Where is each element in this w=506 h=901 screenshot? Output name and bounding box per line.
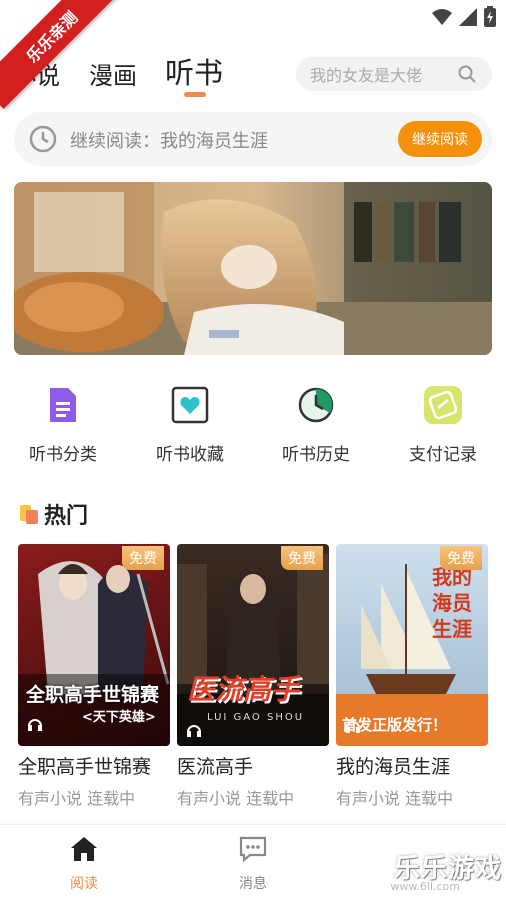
nav-label: 消息 <box>239 876 267 892</box>
menu-item-history[interactable]: 听书历史 <box>266 380 366 465</box>
hot-section-header: 热门 <box>20 498 88 530</box>
cover-subtitle: <天下英雄> <box>82 710 156 725</box>
cover-title: 我的海员生涯 <box>432 565 472 641</box>
document-icon <box>50 388 76 422</box>
active-tab-indicator <box>184 92 206 97</box>
history-clock-icon <box>298 387 334 423</box>
cover-title: 医流高手 <box>187 673 300 706</box>
cover-title: 全职高手世锦赛 <box>26 684 160 706</box>
continue-reading-bar[interactable]: 继续阅读：我的海员生涯 继续阅读 <box>14 112 492 166</box>
menu-item-payments[interactable]: 支付记录 <box>393 380 493 465</box>
book-title: 全职高手世锦赛 <box>18 756 152 778</box>
book-cover: 我的海员生涯 首发正版发行！ 免费 <box>336 544 488 746</box>
book-title: 我的海员生涯 <box>336 756 451 778</box>
nav-messages[interactable]: 消息 <box>213 835 293 893</box>
wifi-icon <box>432 9 452 25</box>
menu-item-label: 听书分类 <box>29 445 97 465</box>
heart-icon <box>171 386 209 424</box>
free-badge: 免费 <box>440 546 482 570</box>
nav-label: 阅读 <box>70 876 98 892</box>
book-status: 有声小说 连载中 <box>336 789 454 808</box>
continue-reading-button[interactable]: 继续阅读 <box>398 121 482 157</box>
search-box[interactable]: 我的女友是大佬 <box>296 57 492 91</box>
search-icon[interactable] <box>458 65 476 83</box>
message-icon <box>239 836 267 863</box>
menu-item-label: 听书收藏 <box>156 445 224 465</box>
free-badge: 免费 <box>281 546 323 570</box>
banner-image[interactable] <box>14 182 492 355</box>
nav-read[interactable]: 阅读 <box>44 835 124 893</box>
book-card[interactable]: 全职高手世锦赛 <天下英雄> 免费 全职高手世锦赛 有声小说 连载中 <box>18 544 170 809</box>
search-placeholder: 我的女友是大佬 <box>310 66 423 85</box>
headphones-icon <box>187 725 201 737</box>
book-cover: 医流高手 LUI GAO SHOU 免费 <box>177 544 329 746</box>
coupon-icon <box>424 386 462 424</box>
tab-audiobook[interactable]: 听书 <box>165 50 223 92</box>
menu-item-categories[interactable]: 听书分类 <box>13 380 113 465</box>
menu-item-label: 听书历史 <box>282 445 350 465</box>
cover-subtitle: LUI GAO SHOU <box>207 712 305 723</box>
audiobook-menu: 听书分类 听书收藏 听书历史 支付记录 <box>0 380 506 470</box>
book-title: 医流高手 <box>177 756 254 778</box>
headphones-icon <box>346 721 360 733</box>
fire-icon <box>20 503 38 525</box>
headphones-icon <box>28 719 42 731</box>
banner-illustration <box>14 182 492 355</box>
battery-icon <box>484 6 496 27</box>
book-card[interactable]: 我的海员生涯 首发正版发行！ 免费 我的海员生涯 有声小说 连载中 <box>336 544 488 809</box>
book-card[interactable]: 医流高手 LUI GAO SHOU 免费 医流高手 有声小说 连载中 <box>177 544 329 809</box>
tab-comic[interactable]: 漫画 <box>89 56 137 91</box>
menu-item-favorites[interactable]: 听书收藏 <box>140 380 240 465</box>
signal-icon <box>459 8 477 26</box>
book-status: 有声小说 连载中 <box>18 789 136 808</box>
book-status: 有声小说 连载中 <box>177 789 295 808</box>
book-cover: 全职高手世锦赛 <天下英雄> 免费 <box>18 544 170 746</box>
section-title: 热门 <box>44 504 89 529</box>
site-watermark-url: www.6ll.com <box>390 880 460 893</box>
clock-icon <box>29 125 57 153</box>
continue-reading-label: 继续阅读：我的海员生涯 <box>70 131 268 152</box>
home-icon <box>71 837 97 861</box>
free-badge: 免费 <box>122 546 164 570</box>
menu-item-label: 支付记录 <box>409 445 477 465</box>
